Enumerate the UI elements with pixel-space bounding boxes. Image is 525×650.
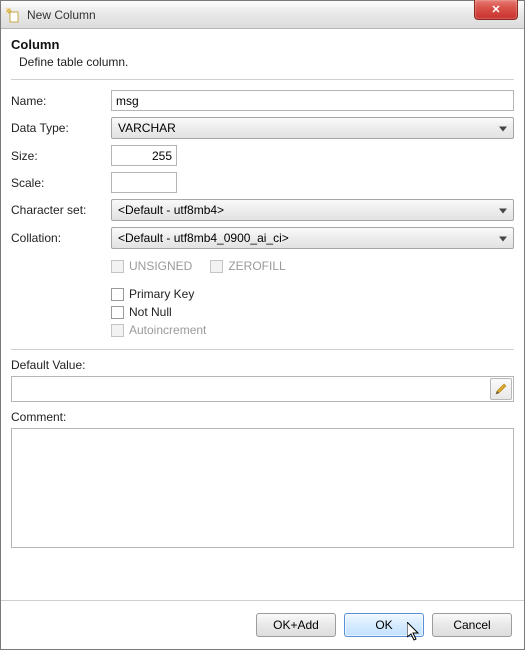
row-name: Name: <box>11 90 514 111</box>
label-notnull: Not Null <box>129 305 172 319</box>
dialog-window: New Column ✕ Column Define table column.… <box>0 0 525 650</box>
edit-default-button[interactable] <box>490 378 512 400</box>
name-input[interactable] <box>111 90 514 111</box>
label-unsigned: UNSIGNED <box>129 259 192 273</box>
datatype-combo[interactable]: VARCHAR <box>111 117 514 139</box>
label-scale: Scale: <box>11 176 111 190</box>
label-zerofill: ZEROFILL <box>228 259 285 273</box>
size-input[interactable] <box>111 145 177 166</box>
ok-button[interactable]: OK <box>344 613 424 637</box>
label-datatype: Data Type: <box>11 121 111 135</box>
chevron-down-icon <box>499 127 507 132</box>
unsigned-checkbox <box>111 260 124 273</box>
row-notnull: Not Null <box>111 305 514 319</box>
label-name: Name: <box>11 94 111 108</box>
new-column-icon <box>5 7 21 23</box>
label-size: Size: <box>11 149 111 163</box>
label-charset: Character set: <box>11 203 111 217</box>
charset-combo[interactable]: <Default - utf8mb4> <box>111 199 514 221</box>
row-datatype: Data Type: VARCHAR <box>11 117 514 139</box>
divider <box>11 349 514 350</box>
row-size: Size: <box>11 145 514 166</box>
collation-combo[interactable]: <Default - utf8mb4_0900_ai_ci> <box>111 227 514 249</box>
ok-button-label: OK <box>375 618 392 632</box>
label-autoinc: Autoincrement <box>129 323 206 337</box>
row-autoinc: Autoincrement <box>111 323 514 337</box>
primary-key-checkbox[interactable] <box>111 288 124 301</box>
row-flags: UNSIGNED ZEROFILL <box>111 259 514 273</box>
label-primary: Primary Key <box>129 287 194 301</box>
collation-value: <Default - utf8mb4_0900_ai_ci> <box>118 231 289 245</box>
cancel-button[interactable]: Cancel <box>432 613 512 637</box>
titlebar: New Column ✕ <box>1 1 524 29</box>
row-collation: Collation: <Default - utf8mb4_0900_ai_ci… <box>11 227 514 249</box>
dialog-content: Column Define table column. Name: Data T… <box>1 29 524 600</box>
row-scale: Scale: <box>11 172 514 193</box>
default-value-input[interactable] <box>11 376 514 402</box>
row-primary: Primary Key <box>111 287 514 301</box>
not-null-checkbox[interactable] <box>111 306 124 319</box>
divider <box>11 79 514 80</box>
default-value-wrap <box>11 376 514 402</box>
label-default: Default Value: <box>11 358 514 372</box>
datatype-value: VARCHAR <box>118 121 176 135</box>
ok-add-button[interactable]: OK+Add <box>256 613 336 637</box>
window-title: New Column <box>27 8 96 22</box>
autoincrement-checkbox <box>111 324 124 337</box>
comment-textarea[interactable] <box>11 428 514 548</box>
chevron-down-icon <box>499 237 507 242</box>
row-charset: Character set: <Default - utf8mb4> <box>11 199 514 221</box>
section-subheading: Define table column. <box>19 55 514 69</box>
mouse-cursor-icon <box>407 622 425 642</box>
close-button[interactable]: ✕ <box>474 0 518 20</box>
section-heading: Column <box>11 37 514 52</box>
button-bar: OK+Add OK Cancel <box>1 600 524 649</box>
pencil-icon <box>494 382 508 396</box>
chevron-down-icon <box>499 209 507 214</box>
label-comment: Comment: <box>11 410 514 424</box>
zerofill-checkbox <box>210 260 223 273</box>
charset-value: <Default - utf8mb4> <box>118 203 224 217</box>
close-icon: ✕ <box>491 3 500 16</box>
label-collation: Collation: <box>11 231 111 245</box>
scale-input[interactable] <box>111 172 177 193</box>
